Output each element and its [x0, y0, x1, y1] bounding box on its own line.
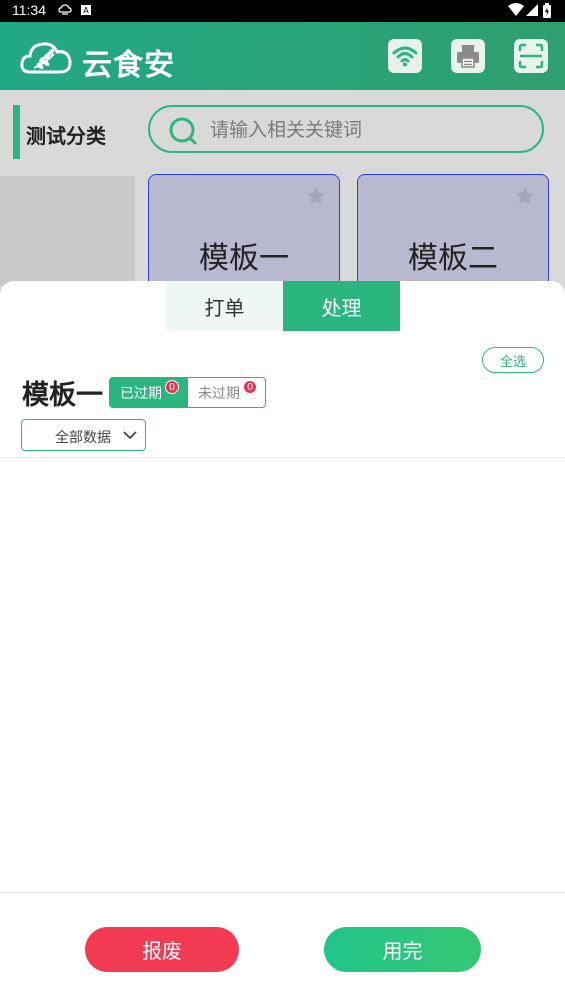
search-input[interactable]: [210, 117, 530, 143]
select-all-button[interactable]: 全选: [482, 347, 544, 373]
unexpired-count-badge: 0: [243, 380, 257, 394]
cloud-wheat-logo-icon: [20, 42, 72, 74]
wifi-signal-icon: [508, 3, 524, 16]
category-accent-bar: [13, 105, 20, 159]
tab-handle[interactable]: 处理: [283, 281, 400, 331]
category-sidebar[interactable]: [0, 176, 135, 286]
status-time: 11:34: [12, 2, 46, 18]
divider: [0, 892, 565, 893]
cloud-sync-icon: [58, 4, 72, 15]
sheet-title: 模板一: [22, 380, 103, 411]
scan-button[interactable]: [514, 39, 548, 73]
expired-count-badge: 0: [165, 380, 179, 394]
wifi-button[interactable]: [388, 39, 422, 73]
star-icon[interactable]: [514, 185, 536, 207]
data-filter-select[interactable]: 全部数据: [21, 419, 146, 451]
template-name: 模板二: [408, 241, 498, 276]
battery-icon: [543, 3, 551, 18]
used-up-button[interactable]: 用完: [324, 927, 481, 972]
segment-unexpired-label: 未过期: [198, 385, 240, 402]
star-icon[interactable]: [305, 185, 327, 207]
template-card-1[interactable]: 模板一: [148, 174, 340, 294]
printer-icon: [457, 45, 479, 68]
segment-unexpired[interactable]: 未过期 0: [187, 377, 266, 408]
scrap-button[interactable]: 报废: [85, 927, 239, 972]
record-list: [0, 458, 565, 892]
search-icon: [169, 117, 197, 145]
chevron-down-icon: [123, 431, 137, 440]
app-logo: 云食安: [20, 36, 175, 83]
filter-selected-value: 全部数据: [55, 430, 111, 446]
app-name: 云食安: [82, 48, 175, 83]
wifi-icon: [392, 46, 418, 67]
svg-text:A: A: [83, 6, 89, 15]
segment-expired[interactable]: 已过期 0: [109, 377, 188, 408]
template-card-2[interactable]: 模板二: [357, 174, 549, 294]
app-notification-icon: A: [81, 5, 91, 15]
bottom-sheet: 打单 处理 全选 模板一 已过期 0 未过期 0 全部数据 报废 用完: [0, 281, 565, 1004]
printer-button[interactable]: [451, 39, 485, 73]
cell-signal-icon: [526, 4, 538, 16]
tab-print[interactable]: 打单: [166, 281, 283, 331]
template-name: 模板一: [199, 241, 289, 276]
category-title: 测试分类: [26, 124, 106, 148]
search-box[interactable]: [148, 105, 544, 153]
status-bar: 11:34 A: [0, 0, 565, 22]
segment-expired-label: 已过期: [120, 385, 162, 402]
app-header: 云食安: [0, 22, 565, 90]
scan-icon: [518, 43, 544, 69]
